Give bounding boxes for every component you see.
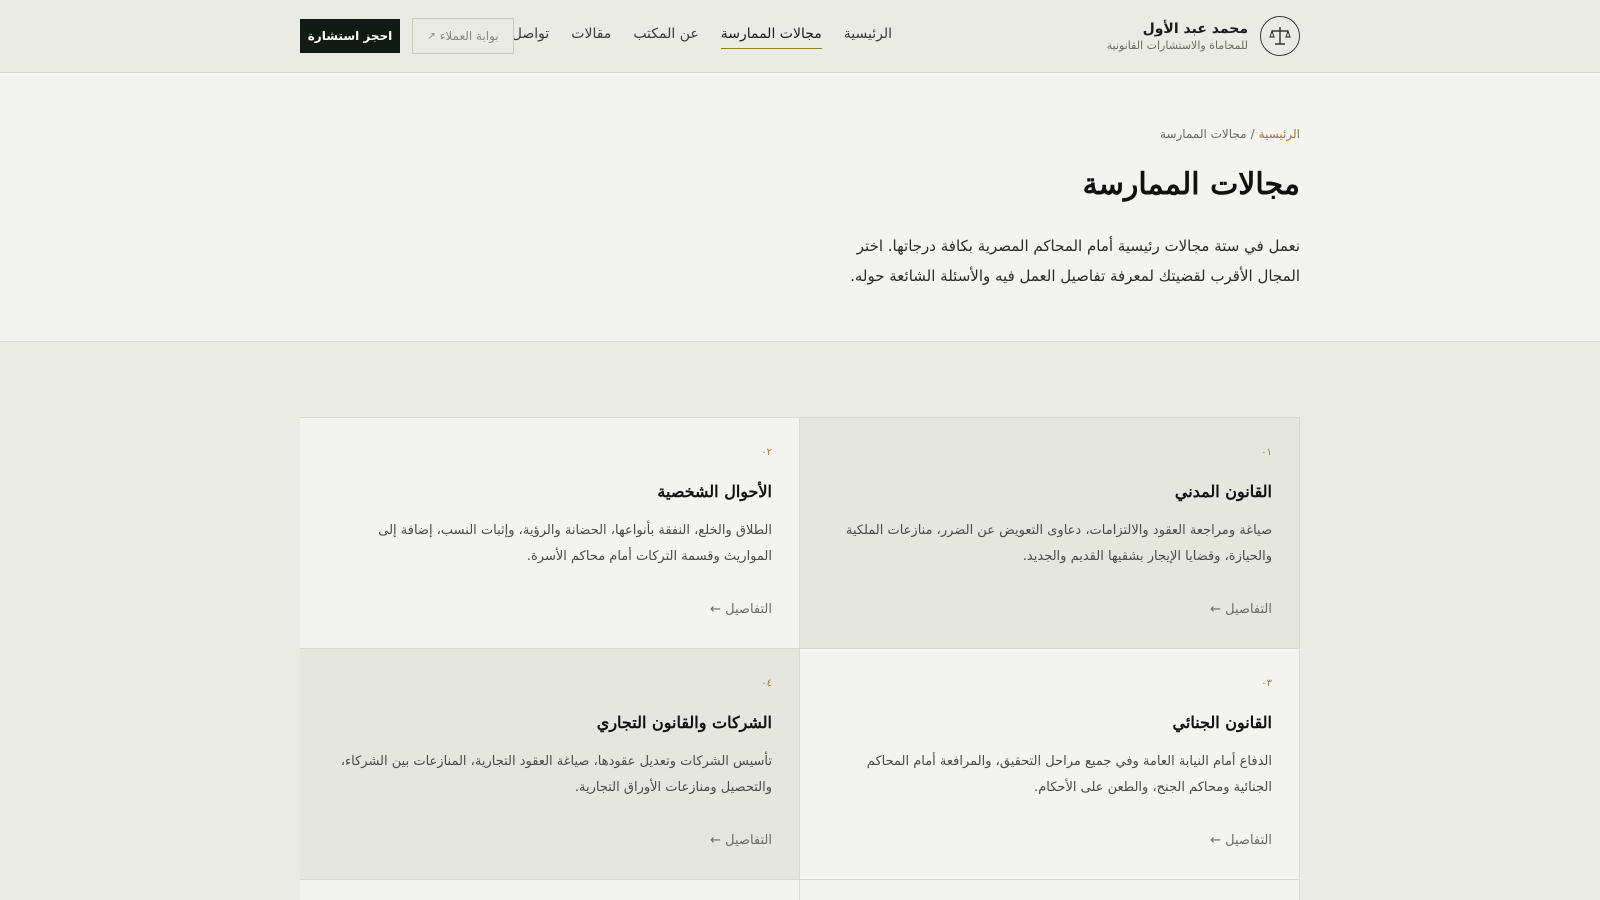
- card-details-link[interactable]: التفاصيل ←: [710, 602, 772, 617]
- book-consultation-button[interactable]: احجز استشارة: [300, 19, 400, 53]
- brand-text: محمد عبد الأول للمحاماة والاستشارات القا…: [1107, 20, 1248, 53]
- card-details-link[interactable]: التفاصيل ←: [1210, 833, 1272, 848]
- site-header: محمد عبد الأول للمحاماة والاستشارات القا…: [0, 0, 1600, 73]
- brand-subtitle: للمحاماة والاستشارات القانونية: [1106, 38, 1248, 52]
- card-description: الدفاع أمام النيابة العامة وفي جميع مراح…: [866, 754, 1272, 795]
- card-description: صياغة ومراجعة العقود والالتزامات، دعاوى …: [845, 523, 1272, 564]
- card-description: تأسيس الشركات وتعديل عقودها، صياغة العقو…: [340, 754, 772, 795]
- breadcrumb: الرئيسية / مجالات الممارسة: [1160, 127, 1300, 141]
- card-number: ٠٢: [761, 447, 772, 458]
- card-number: ٠٣: [1261, 678, 1272, 689]
- external-link-icon: ↗: [427, 30, 436, 42]
- practice-card-corporate[interactable]: ٠٤ الشركات والقانون التجاري تأسيس الشركا…: [300, 649, 800, 880]
- practice-card-personal-status[interactable]: ٠٢ الأحوال الشخصية الطلاق والخلع، النفقة…: [300, 418, 800, 649]
- main-nav: الرئيسية مجالات الممارسة عن المكتب مقالا…: [512, 22, 892, 50]
- intro-text: نعمل في ستة مجالات رئيسية أمام المحاكم ا…: [850, 237, 1300, 285]
- practice-card-civil[interactable]: ٠١ القانون المدني صياغة ومراجعة العقود و…: [800, 418, 1300, 649]
- practice-areas-grid: ٠١ القانون المدني صياغة ومراجعة العقود و…: [300, 417, 1300, 900]
- card-details-link[interactable]: التفاصيل ←: [710, 833, 772, 848]
- practice-card-partial: [300, 880, 800, 900]
- card-title: الأحوال الشخصية: [657, 482, 772, 501]
- nav-item-about[interactable]: عن المكتب: [633, 24, 698, 48]
- nav-item-contact[interactable]: تواصل: [512, 24, 550, 48]
- practice-card-partial: [800, 880, 1300, 900]
- client-portal-button[interactable]: بوابة العملاء ↗: [412, 18, 514, 54]
- card-number: ٠٤: [761, 678, 772, 689]
- breadcrumb-current: مجالات الممارسة: [1160, 127, 1247, 141]
- nav-item-articles[interactable]: مقالات: [571, 24, 611, 48]
- page-title: مجالات الممارسة: [1082, 167, 1300, 202]
- card-number: ٠١: [1261, 447, 1272, 458]
- brand-name: محمد عبد الأول: [1142, 20, 1248, 37]
- card-title: القانون الجنائي: [1172, 713, 1272, 732]
- nav-item-practice-areas[interactable]: مجالات الممارسة: [720, 24, 822, 49]
- client-portal-label: بوابة العملاء: [439, 29, 499, 43]
- card-details-link[interactable]: التفاصيل ←: [1210, 602, 1272, 617]
- page-hero: الرئيسية / مجالات الممارسة مجالات الممار…: [0, 73, 1600, 342]
- brand[interactable]: محمد عبد الأول للمحاماة والاستشارات القا…: [1107, 16, 1300, 56]
- scales-of-justice-icon: [1260, 16, 1300, 56]
- nav-item-home[interactable]: الرئيسية: [844, 24, 892, 48]
- card-title: الشركات والقانون التجاري: [596, 713, 772, 732]
- card-description: الطلاق والخلع، النفقة بأنواعها، الحضانة …: [378, 523, 772, 564]
- card-title: القانون المدني: [1174, 482, 1272, 501]
- breadcrumb-separator: /: [1250, 127, 1255, 141]
- practice-card-criminal[interactable]: ٠٣ القانون الجنائي الدفاع أمام النيابة ا…: [800, 649, 1300, 880]
- breadcrumb-home-link[interactable]: الرئيسية: [1259, 127, 1300, 141]
